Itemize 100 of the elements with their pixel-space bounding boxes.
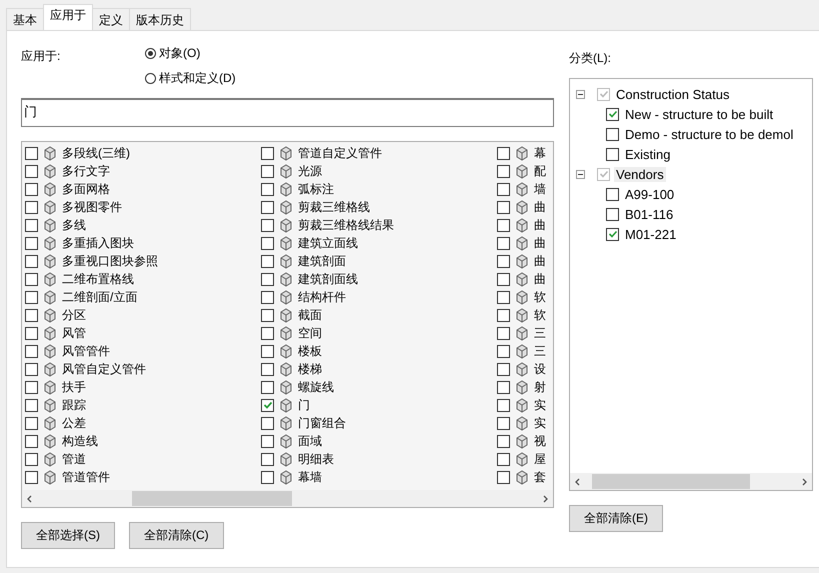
- checkbox[interactable]: [25, 380, 38, 394]
- object-label[interactable]: 墙: [534, 180, 546, 198]
- scroll-left-icon[interactable]: [26, 494, 34, 502]
- checkbox[interactable]: [261, 380, 274, 394]
- object-label[interactable]: 曲: [534, 216, 546, 234]
- clear-all-button[interactable]: 全部清除(C): [129, 522, 224, 549]
- checkbox[interactable]: [25, 236, 38, 250]
- object-label[interactable]: 弧标注: [298, 180, 334, 198]
- object-label[interactable]: 配: [534, 162, 546, 180]
- checkbox[interactable]: [25, 290, 38, 304]
- object-label[interactable]: 楼板: [298, 342, 322, 360]
- clear-all-button[interactable]: 全部清除(E): [569, 505, 663, 532]
- checkbox[interactable]: [497, 344, 510, 358]
- tab[interactable]: 基本: [6, 8, 44, 30]
- object-label[interactable]: 面域: [298, 432, 322, 450]
- checkbox[interactable]: [497, 362, 510, 376]
- object-label[interactable]: 幕: [534, 144, 546, 162]
- checkbox[interactable]: [261, 272, 274, 286]
- object-label[interactable]: 三: [534, 324, 546, 342]
- tab[interactable]: 版本历史: [129, 8, 191, 30]
- object-label[interactable]: 扶手: [62, 378, 86, 396]
- checkbox[interactable]: [261, 182, 274, 196]
- object-label[interactable]: 二维剖面/立面: [62, 288, 138, 306]
- object-label[interactable]: 实: [534, 414, 546, 432]
- object-label[interactable]: 套: [534, 468, 546, 486]
- checkbox[interactable]: [25, 452, 38, 466]
- checkbox[interactable]: [497, 452, 510, 466]
- tree-item[interactable]: Demo - structure to be demol: [623, 126, 796, 142]
- object-label[interactable]: 门: [298, 396, 310, 414]
- filter-field[interactable]: 门: [21, 98, 554, 127]
- radio-button[interactable]: [145, 72, 156, 84]
- checkbox[interactable]: [497, 254, 510, 268]
- checkbox[interactable]: [261, 470, 274, 484]
- checkbox[interactable]: [25, 254, 38, 268]
- object-label[interactable]: 建筑立面线: [298, 234, 358, 252]
- object-label[interactable]: 楼梯: [298, 360, 322, 378]
- checkbox[interactable]: [25, 182, 38, 196]
- checkbox[interactable]: [497, 308, 510, 322]
- object-label[interactable]: 实: [534, 396, 546, 414]
- checkbox[interactable]: [606, 188, 619, 200]
- checkbox[interactable]: [261, 200, 274, 214]
- object-label[interactable]: 幕墙: [298, 468, 322, 486]
- checkbox[interactable]: [25, 218, 38, 232]
- tree-item[interactable]: M01-221: [623, 226, 678, 242]
- object-label[interactable]: 明细表: [298, 450, 334, 468]
- checkbox[interactable]: [606, 108, 619, 120]
- checkbox[interactable]: [497, 200, 510, 214]
- collapse-icon[interactable]: [576, 90, 585, 98]
- checkbox[interactable]: [25, 164, 38, 178]
- object-label[interactable]: 设: [534, 360, 546, 378]
- checkbox[interactable]: [497, 398, 510, 412]
- object-label[interactable]: 风管自定义管件: [62, 360, 146, 378]
- object-label[interactable]: 剪裁三维格线结果: [298, 216, 394, 234]
- checkbox[interactable]: [606, 128, 619, 140]
- tree-item[interactable]: B01-116: [623, 206, 676, 222]
- object-label[interactable]: 曲: [534, 270, 546, 288]
- object-label[interactable]: 多重插入图块: [62, 234, 134, 252]
- object-label[interactable]: 风管管件: [62, 342, 110, 360]
- checkbox[interactable]: [606, 148, 619, 160]
- tree-item[interactable]: Construction Status: [614, 86, 732, 102]
- checkbox[interactable]: [497, 290, 510, 304]
- object-label[interactable]: 曲: [534, 234, 546, 252]
- checkbox[interactable]: [497, 272, 510, 286]
- object-label[interactable]: 管道自定义管件: [298, 144, 382, 162]
- object-label[interactable]: 射: [534, 378, 546, 396]
- object-label[interactable]: 分区: [62, 306, 86, 324]
- object-label[interactable]: 截面: [298, 306, 322, 324]
- tree-item[interactable]: New - structure to be built: [623, 106, 776, 122]
- checkbox[interactable]: [261, 398, 274, 412]
- checkbox[interactable]: [261, 326, 274, 340]
- checkbox[interactable]: [25, 416, 38, 430]
- object-label[interactable]: 曲: [534, 198, 546, 216]
- object-label[interactable]: 建筑剖面: [298, 252, 346, 270]
- object-label[interactable]: 公差: [62, 414, 86, 432]
- checkbox[interactable]: [261, 416, 274, 430]
- object-label[interactable]: 软: [534, 306, 546, 324]
- tree-item[interactable]: A99-100: [623, 186, 676, 202]
- object-label[interactable]: 三: [534, 342, 546, 360]
- object-label[interactable]: 视: [534, 432, 546, 450]
- object-label[interactable]: 建筑剖面线: [298, 270, 358, 288]
- checkbox[interactable]: [261, 218, 274, 232]
- checkbox[interactable]: [25, 362, 38, 376]
- scroll-right-icon[interactable]: [800, 478, 808, 486]
- object-label[interactable]: 跟踪: [62, 396, 86, 414]
- checkbox[interactable]: [25, 308, 38, 322]
- object-label[interactable]: 多重视口图块参照: [62, 252, 158, 270]
- checkbox[interactable]: [25, 470, 38, 484]
- checkbox[interactable]: [261, 308, 274, 322]
- checkbox[interactable]: [25, 326, 38, 340]
- checkbox[interactable]: [261, 434, 274, 448]
- scroll-right-icon[interactable]: [541, 494, 549, 502]
- checkbox[interactable]: [261, 362, 274, 376]
- object-label[interactable]: 剪裁三维格线: [298, 198, 370, 216]
- tab[interactable]: 应用于: [43, 4, 93, 30]
- object-label[interactable]: 风管: [62, 324, 86, 342]
- checkbox[interactable]: [497, 416, 510, 430]
- object-label[interactable]: 多线: [62, 216, 86, 234]
- checkbox[interactable]: [497, 146, 510, 160]
- scroll-left-icon[interactable]: [574, 478, 582, 486]
- object-label[interactable]: 软: [534, 288, 546, 306]
